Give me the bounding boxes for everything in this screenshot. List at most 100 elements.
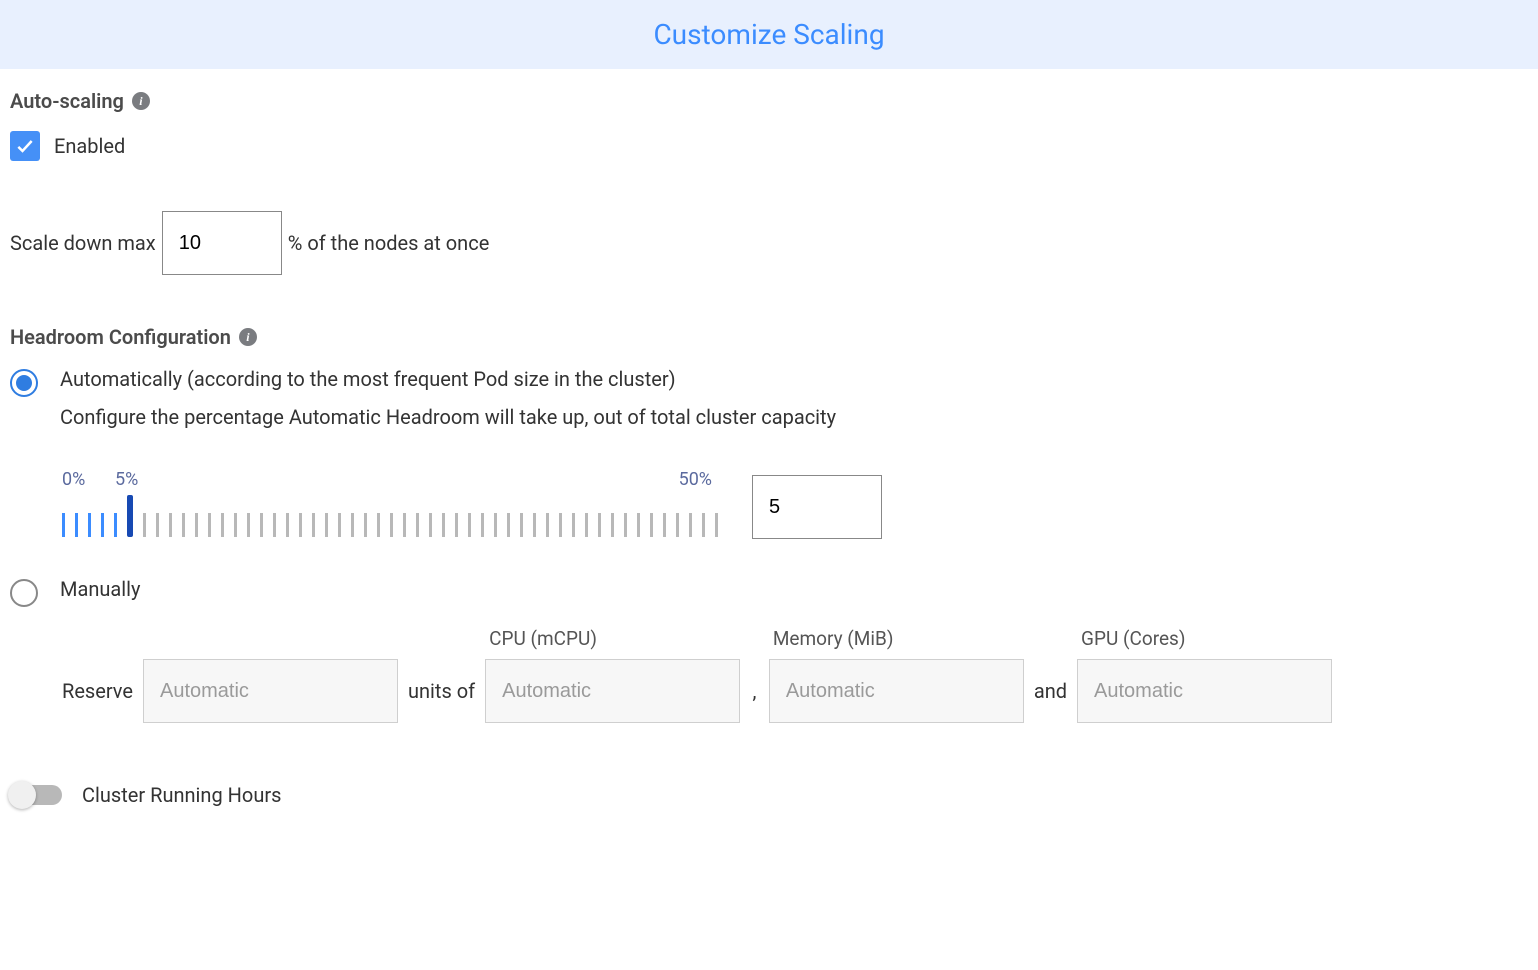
slider-tick <box>559 513 562 537</box>
slider-tick <box>195 513 198 537</box>
slider-tick <box>377 513 380 537</box>
slider-tick <box>702 513 705 537</box>
slider-tick <box>663 513 666 537</box>
enabled-row: Enabled <box>10 131 1528 161</box>
slider-tick <box>676 513 679 537</box>
slider-tick <box>455 513 458 537</box>
gpu-input[interactable] <box>1077 659 1332 723</box>
reserve-text: Reserve <box>62 659 133 723</box>
slider-tick <box>390 513 393 537</box>
slider-tick <box>88 513 91 537</box>
cluster-hours-toggle[interactable] <box>10 785 62 805</box>
headroom-label: Headroom Configuration <box>10 325 231 349</box>
slider-tick <box>507 513 510 537</box>
slider-tick <box>364 513 367 537</box>
slider-tick <box>182 513 185 537</box>
slider-tick <box>325 513 328 537</box>
toggle-knob <box>8 781 36 809</box>
slider-tick <box>62 513 65 537</box>
slider-tick <box>572 513 575 537</box>
reserve-units-input[interactable] <box>143 659 398 723</box>
slider-tick <box>481 513 484 537</box>
slider-tick <box>208 513 211 537</box>
slider-labels: 0% 5% 50% <box>62 469 712 493</box>
info-icon[interactable]: i <box>239 328 257 346</box>
slider-tick <box>101 513 104 537</box>
slider-wrap: 0% 5% 50% <box>62 469 728 537</box>
slider-tick <box>156 513 159 537</box>
headroom-percent-input[interactable] <box>752 475 882 539</box>
slider-tick <box>715 513 718 537</box>
memory-label: Memory (MiB) <box>773 627 1024 651</box>
slider-tick <box>403 513 406 537</box>
info-icon[interactable]: i <box>132 92 150 110</box>
manual-radio[interactable] <box>10 579 38 607</box>
slider-tick <box>299 513 302 537</box>
manual-inputs-row: Reserve units of CPU (mCPU) , Memory (Mi… <box>62 627 1528 723</box>
slider-tick <box>468 513 471 537</box>
slider-tick <box>442 513 445 537</box>
slider-tick <box>533 513 536 537</box>
auto-scaling-label: Auto-scaling <box>10 89 124 113</box>
gpu-label: GPU (Cores) <box>1081 627 1332 651</box>
slider-tick <box>689 513 692 537</box>
units-of-text: units of <box>408 659 475 723</box>
slider-tick <box>260 513 263 537</box>
auto-radio-row: Automatically (according to the most fre… <box>10 367 1528 429</box>
auto-scaling-title: Auto-scaling i <box>10 89 1528 113</box>
page-header: Customize Scaling <box>0 0 1538 69</box>
slider-container: 0% 5% 50% <box>62 469 1528 537</box>
slider-val-label: 5% <box>115 469 138 490</box>
and-text: and <box>1034 659 1067 723</box>
slider-tick <box>286 513 289 537</box>
slider-tick <box>75 513 78 537</box>
scale-down-input[interactable] <box>162 211 282 275</box>
cluster-hours-label: Cluster Running Hours <box>82 783 281 807</box>
page-title: Customize Scaling <box>653 18 884 51</box>
slider-tick <box>585 513 588 537</box>
memory-input[interactable] <box>769 659 1024 723</box>
auto-option-block: Automatically (according to the most fre… <box>10 367 1528 537</box>
enabled-label: Enabled <box>54 134 125 158</box>
slider-tick <box>221 513 224 537</box>
slider-tick <box>494 513 497 537</box>
slider-max-label: 50% <box>679 469 712 490</box>
manual-radio-row: Manually <box>10 577 1528 607</box>
content-area: Auto-scaling i Enabled Scale down max % … <box>0 69 1538 847</box>
manual-radio-label: Manually <box>60 577 140 601</box>
slider-tick <box>429 513 432 537</box>
slider-tick <box>598 513 601 537</box>
auto-radio[interactable] <box>10 369 38 397</box>
check-icon <box>15 136 35 156</box>
cluster-hours-row: Cluster Running Hours <box>10 783 1528 807</box>
slider-tick <box>247 513 250 537</box>
slider-tick <box>351 513 354 537</box>
slider-tick <box>546 513 549 537</box>
comma-text: , <box>753 659 757 723</box>
slider-tick <box>650 513 653 537</box>
auto-radio-content: Automatically (according to the most fre… <box>60 367 836 429</box>
auto-radio-desc: Configure the percentage Automatic Headr… <box>60 405 836 429</box>
slider-tick <box>234 513 237 537</box>
slider-tick <box>169 513 172 537</box>
slider-min-label: 0% <box>62 469 85 490</box>
scale-down-row: Scale down max % of the nodes at once <box>10 211 1528 275</box>
slider-tick <box>416 513 419 537</box>
slider-tick <box>637 513 640 537</box>
scale-down-prefix: Scale down max <box>10 231 156 255</box>
cpu-input[interactable] <box>485 659 740 723</box>
manual-option-block: Manually Reserve units of CPU (mCPU) <box>10 577 1528 723</box>
slider-tick <box>127 495 133 537</box>
slider-tick <box>624 513 627 537</box>
scale-down-suffix: % of the nodes at once <box>288 231 490 255</box>
enabled-checkbox[interactable] <box>10 131 40 161</box>
slider-tick <box>520 513 523 537</box>
headroom-title: Headroom Configuration i <box>10 325 1528 349</box>
slider-tick <box>312 513 315 537</box>
slider-tick <box>114 513 117 537</box>
slider-tick <box>338 513 341 537</box>
slider-tick <box>143 513 146 537</box>
cpu-label: CPU (mCPU) <box>489 627 740 651</box>
auto-radio-label: Automatically (according to the most fre… <box>60 367 836 391</box>
headroom-slider[interactable] <box>62 501 728 537</box>
